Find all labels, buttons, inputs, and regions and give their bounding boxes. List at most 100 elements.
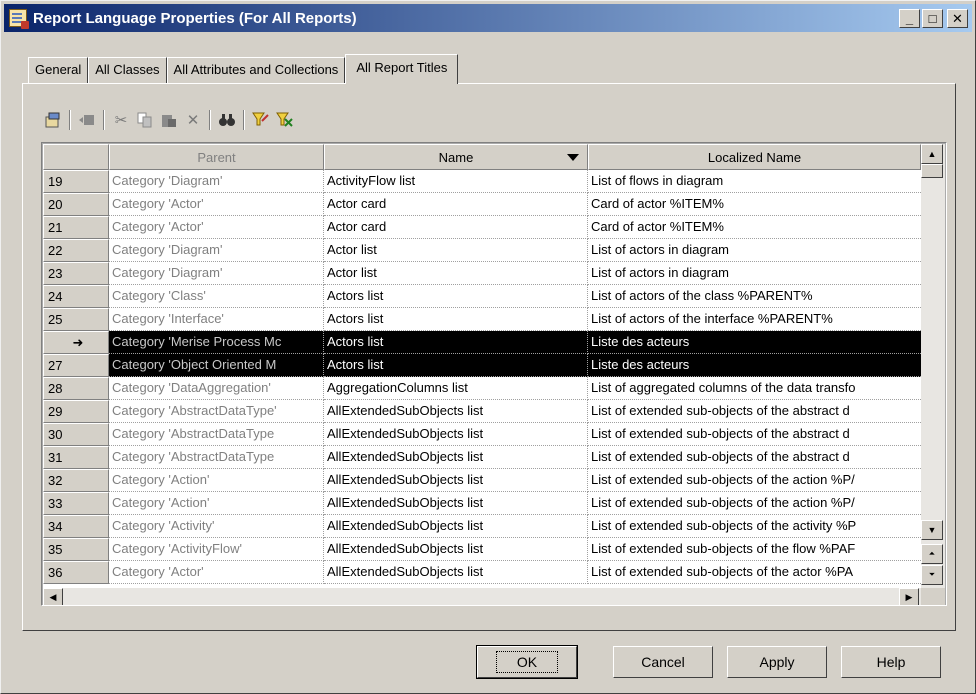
table-row[interactable]: 22 Category 'Diagram' Actor list List of ac… (43, 239, 921, 262)
name-cell[interactable]: ActivityFlow list (324, 170, 588, 193)
row-number-cell[interactable]: 31 (43, 446, 109, 469)
localized-name-cell[interactable]: List of extended sub-objects of the abst… (588, 423, 921, 446)
name-cell[interactable]: AllExtendedSubObjects list (324, 561, 588, 584)
copy-icon[interactable] (133, 108, 157, 132)
table-row[interactable]: 34 Category 'Activity' AllExtendedSubObjec… (43, 515, 921, 538)
localized-name-cell[interactable]: Liste des acteurs (588, 331, 921, 354)
name-cell[interactable]: Actor card (324, 193, 588, 216)
table-row[interactable]: 29 Category 'AbstractDataType' AllExtended… (43, 400, 921, 423)
parent-cell[interactable]: Category 'DataAggregation' (109, 377, 324, 400)
page-up-icon[interactable]: ⏶ (921, 544, 943, 564)
parent-cell[interactable]: Category 'Activity' (109, 515, 324, 538)
table-row[interactable]: 30 Category 'AbstractDataType AllExtendedS… (43, 423, 921, 446)
horizontal-scrollbar[interactable]: ◀ ▶ (43, 588, 921, 605)
delete-icon[interactable]: ✕ (181, 108, 205, 132)
tab-all-report-titles[interactable]: All Report Titles (345, 54, 459, 84)
table-row[interactable]: 21 Category 'Actor' Actor card Card of acto… (43, 216, 921, 239)
name-cell[interactable]: AllExtendedSubObjects list (324, 469, 588, 492)
name-cell[interactable]: AllExtendedSubObjects list (324, 400, 588, 423)
localized-name-cell[interactable]: List of extended sub-objects of the acti… (588, 492, 921, 515)
table-row[interactable]: 20 Category 'Actor' Actor card Card of acto… (43, 193, 921, 216)
localized-name-cell[interactable]: Liste des acteurs (588, 354, 921, 377)
close-button[interactable]: ✕ (947, 8, 968, 28)
table-row[interactable]: 24 Category 'Class' Actors list List of act… (43, 285, 921, 308)
name-cell[interactable]: Actor list (324, 239, 588, 262)
parent-cell[interactable]: Category 'Diagram' (109, 170, 324, 193)
name-cell[interactable]: AggregationColumns list (324, 377, 588, 400)
parent-column-header[interactable]: Parent (109, 144, 324, 170)
name-cell[interactable]: AllExtendedSubObjects list (324, 515, 588, 538)
name-cell[interactable]: Actor card (324, 216, 588, 239)
row-number-cell[interactable]: 24 (43, 285, 109, 308)
apply-button[interactable]: Apply (727, 646, 827, 678)
row-number-header[interactable] (43, 144, 109, 170)
name-cell[interactable]: Actor list (324, 262, 588, 285)
vertical-scrollbar[interactable]: ▲ ▼ ⏶ ⏷ (921, 144, 945, 588)
row-number-cell[interactable]: 36 (43, 561, 109, 584)
name-cell[interactable]: AllExtendedSubObjects list (324, 538, 588, 561)
row-number-cell[interactable]: 19 (43, 170, 109, 193)
cancel-button[interactable]: Cancel (613, 646, 713, 678)
page-down-icon[interactable]: ⏷ (921, 565, 943, 585)
name-cell[interactable]: AllExtendedSubObjects list (324, 423, 588, 446)
tab-all-attributes[interactable]: All Attributes and Collections (166, 57, 346, 83)
table-row[interactable]: 28 Category 'DataAggregation' AggregationC… (43, 377, 921, 400)
scroll-down-icon[interactable]: ▼ (921, 520, 943, 540)
row-number-cell[interactable]: 20 (43, 193, 109, 216)
name-cell[interactable]: Actors list (324, 308, 588, 331)
parent-cell[interactable]: Category 'Class' (109, 285, 324, 308)
row-number-cell[interactable]: 21 (43, 216, 109, 239)
row-number-cell[interactable]: 33 (43, 492, 109, 515)
localized-name-cell[interactable]: List of actors in diagram (588, 239, 921, 262)
localized-name-cell[interactable]: List of extended sub-objects of the flow… (588, 538, 921, 561)
properties-icon[interactable] (41, 108, 65, 132)
parent-cell[interactable]: Category 'AbstractDataType' (109, 400, 324, 423)
maximize-button[interactable]: □ (922, 8, 943, 28)
localized-name-cell[interactable]: List of actors in diagram (588, 262, 921, 285)
row-number-cell[interactable]: 22 (43, 239, 109, 262)
name-cell[interactable]: AllExtendedSubObjects list (324, 446, 588, 469)
localized-name-cell[interactable]: List of actors of the class %PARENT% (588, 285, 921, 308)
localized-name-column-header[interactable]: Localized Name (588, 144, 921, 170)
table-row[interactable]: 25 Category 'Interface' Actors list List of… (43, 308, 921, 331)
parent-cell[interactable]: Category 'Diagram' (109, 239, 324, 262)
ok-button[interactable]: OK (476, 645, 578, 679)
help-button[interactable]: Help (841, 646, 941, 678)
table-row[interactable]: 32 Category 'Action' AllExtendedSubObjects… (43, 469, 921, 492)
table-row[interactable]: 36 Category 'Actor' AllExtendedSubObjects … (43, 561, 921, 584)
filter-icon[interactable] (249, 108, 273, 132)
row-number-cell[interactable]: 30 (43, 423, 109, 446)
table-row[interactable]: 19 Category 'Diagram' ActivityFlow list Lis… (43, 170, 921, 193)
scroll-thumb[interactable] (921, 164, 943, 178)
table-row[interactable]: 33 Category 'Action' AllExtendedSubObjects… (43, 492, 921, 515)
parent-cell[interactable]: Category 'AbstractDataType (109, 446, 324, 469)
table-row[interactable]: 35 Category 'ActivityFlow' AllExtendedSubO… (43, 538, 921, 561)
tab-all-classes[interactable]: All Classes (88, 57, 167, 83)
insert-row-icon[interactable] (75, 108, 99, 132)
table-row[interactable]: 31 Category 'AbstractDataType AllExtendedS… (43, 446, 921, 469)
localized-name-cell[interactable]: List of extended sub-objects of the abst… (588, 446, 921, 469)
parent-cell[interactable]: Category 'Actor' (109, 193, 324, 216)
row-number-cell[interactable]: 35 (43, 538, 109, 561)
localized-name-cell[interactable]: List of flows in diagram (588, 170, 921, 193)
localized-name-cell[interactable]: List of extended sub-objects of the acti… (588, 469, 921, 492)
localized-name-cell[interactable]: List of extended sub-objects of the acto… (588, 561, 921, 584)
parent-cell[interactable]: Category 'Action' (109, 469, 324, 492)
localized-name-cell[interactable]: List of aggregated columns of the data t… (588, 377, 921, 400)
row-number-cell[interactable]: 25 (43, 308, 109, 331)
cut-icon[interactable]: ✂ (109, 108, 133, 132)
name-cell[interactable]: Actors list (324, 331, 588, 354)
name-cell[interactable]: AllExtendedSubObjects list (324, 492, 588, 515)
sort-down-icon[interactable] (567, 154, 579, 161)
table-row[interactable]: 27 Category 'Object Oriented M Actors list… (43, 354, 921, 377)
table-row[interactable]: 23 Category 'Diagram' Actor list List of ac… (43, 262, 921, 285)
table-row[interactable]: ➜ Category 'Merise Process Mc Actors list L… (43, 331, 921, 354)
parent-cell[interactable]: Category 'Object Oriented M (109, 354, 324, 377)
scroll-right-icon[interactable]: ▶ (899, 588, 919, 605)
tab-general[interactable]: General (28, 57, 89, 83)
parent-cell[interactable]: Category 'ActivityFlow' (109, 538, 324, 561)
row-number-cell[interactable]: ➜ (43, 331, 109, 354)
filter-options-icon[interactable] (273, 108, 297, 132)
localized-name-cell[interactable]: List of extended sub-objects of the acti… (588, 515, 921, 538)
localized-name-cell[interactable]: Card of actor %ITEM% (588, 216, 921, 239)
